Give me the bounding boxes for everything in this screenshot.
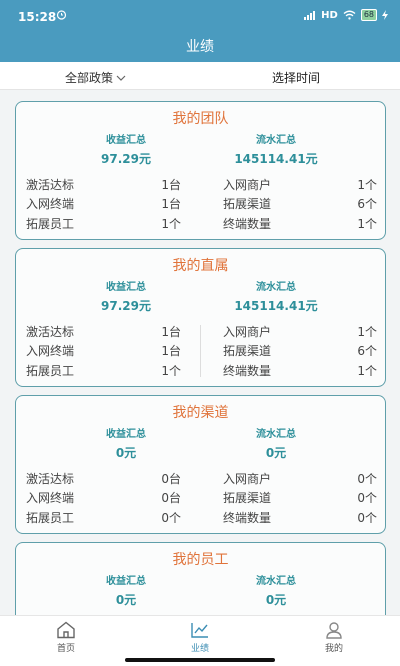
flow-summary-value: 0元 bbox=[265, 593, 287, 607]
select-time-button[interactable]: 选择时间 bbox=[272, 69, 320, 86]
nav-performance-label: 业绩 bbox=[190, 644, 209, 654]
stats-card: 我的直属收益汇总 流水汇总 97.29元 145114.41元激活达标 1台 入网商户 1个… bbox=[15, 248, 386, 387]
stat-value: 0个 bbox=[161, 511, 181, 525]
nav-performance[interactable]: 业绩 bbox=[170, 621, 230, 654]
stat-label: 拓展员工 bbox=[26, 511, 75, 525]
stat-value: 1个 bbox=[161, 217, 181, 231]
flow-summary-label: 流水汇总 bbox=[256, 576, 296, 587]
card-title: 我的员工 bbox=[172, 552, 229, 568]
card-title: 我的直属 bbox=[172, 258, 229, 274]
stat-value: 0个 bbox=[357, 491, 377, 505]
income-summary-value: 0元 bbox=[115, 593, 137, 607]
stat-label: 拓展渠道 bbox=[223, 344, 272, 358]
stats-card: 我的团队收益汇总 流水汇总 97.29元 145114.41元激活达标 1台 入网商户 1个… bbox=[15, 101, 386, 240]
stat-label: 拓展员工 bbox=[26, 364, 75, 378]
stat-value: 0个 bbox=[357, 511, 377, 525]
flow-summary-label: 流水汇总 bbox=[256, 135, 296, 146]
stat-label: 激活达标 bbox=[26, 178, 75, 192]
stat-label: 激活达标 bbox=[26, 472, 75, 486]
signal-icon bbox=[304, 10, 316, 20]
income-summary-label: 收益汇总 bbox=[106, 282, 146, 293]
stat-value: 6个 bbox=[357, 344, 377, 358]
stat-label: 终端数量 bbox=[223, 511, 272, 525]
status-icons: HD 68 bbox=[304, 9, 388, 21]
stat-label: 入网商户 bbox=[223, 178, 272, 192]
stat-label: 入网终端 bbox=[26, 344, 75, 358]
stat-value: 1个 bbox=[357, 364, 377, 378]
alarm-icon bbox=[56, 10, 67, 20]
user-icon bbox=[326, 622, 342, 639]
policy-dropdown-label: 全部政策 bbox=[65, 71, 114, 85]
status-bar: 15:28 HD 68 bbox=[0, 0, 400, 30]
income-summary-value: 0元 bbox=[115, 446, 137, 460]
income-summary-value: 97.29元 bbox=[101, 299, 151, 313]
stat-label: 入网商户 bbox=[223, 472, 272, 486]
card-list[interactable]: 我的团队 收益汇总 流水汇总 97.29元 145114.41元 激活达标 1台 入网商户 1个… bbox=[0, 90, 400, 615]
app-header: 15:28 HD 68 业绩 bbox=[0, 0, 400, 62]
flow-summary-value: 145114.41元 bbox=[234, 299, 318, 313]
stat-value: 1台 bbox=[161, 197, 181, 211]
stat-label: 终端数量 bbox=[223, 364, 272, 378]
stats-card: 我的员工收益汇总 流水汇总 0元 0元 bbox=[15, 542, 386, 615]
home-indicator bbox=[125, 658, 275, 662]
stat-value: 1台 bbox=[161, 325, 181, 339]
page-title: 业绩 bbox=[186, 39, 214, 55]
flow-summary-value: 145114.41元 bbox=[234, 152, 318, 166]
clock: 15:28 bbox=[18, 10, 57, 24]
stats-card: 我的渠道 收益汇总 流水汇总 0元 0元 激活达标 0台 入网商户 0个 入网终端 0台 拓展渠道 0个… bbox=[15, 395, 386, 534]
stat-value: 1台 bbox=[161, 178, 181, 192]
stat-label: 入网终端 bbox=[26, 197, 75, 211]
battery-icon: 68 bbox=[360, 9, 377, 21]
stat-label: 入网商户 bbox=[223, 325, 272, 339]
stat-label: 拓展渠道 bbox=[223, 491, 272, 505]
income-summary-value: 97.29元 bbox=[101, 152, 151, 166]
stat-label: 终端数量 bbox=[223, 217, 272, 231]
stat-value: 1个 bbox=[357, 217, 377, 231]
stat-value: 1个 bbox=[357, 178, 377, 192]
filter-bar: 全部政策 选择时间 bbox=[0, 62, 400, 90]
stat-label: 拓展员工 bbox=[26, 217, 75, 231]
chart-icon bbox=[191, 623, 208, 638]
card-title: 我的渠道 bbox=[172, 405, 229, 421]
network-label: HD bbox=[321, 9, 338, 21]
column-divider bbox=[200, 325, 201, 377]
charging-icon bbox=[382, 10, 388, 20]
stat-value: 1台 bbox=[161, 344, 181, 358]
policy-dropdown[interactable]: 全部政策 bbox=[65, 69, 126, 86]
stat-label: 激活达标 bbox=[26, 325, 75, 339]
income-summary-label: 收益汇总 bbox=[106, 429, 146, 440]
income-summary-label: 收益汇总 bbox=[106, 135, 146, 146]
stat-value: 1个 bbox=[161, 364, 181, 378]
stat-value: 0台 bbox=[161, 491, 181, 505]
nav-home-label: 首页 bbox=[56, 644, 75, 654]
flow-summary-label: 流水汇总 bbox=[256, 429, 296, 440]
flow-summary-label: 流水汇总 bbox=[256, 282, 296, 293]
flow-summary-value: 0元 bbox=[265, 446, 287, 460]
income-summary-label: 收益汇总 bbox=[106, 576, 146, 587]
wifi-icon bbox=[343, 10, 356, 20]
card-title: 我的团队 bbox=[172, 111, 229, 127]
chevron-down-icon bbox=[116, 75, 126, 81]
stat-value: 1个 bbox=[357, 325, 377, 339]
stat-value: 0台 bbox=[161, 472, 181, 486]
stat-label: 拓展渠道 bbox=[223, 197, 272, 211]
stat-label: 入网终端 bbox=[26, 491, 75, 505]
nav-mine[interactable]: 我的 bbox=[304, 621, 364, 654]
stat-value: 0个 bbox=[357, 472, 377, 486]
nav-home[interactable]: 首页 bbox=[36, 621, 96, 654]
home-icon bbox=[57, 621, 75, 639]
nav-mine-label: 我的 bbox=[324, 644, 343, 654]
stat-value: 6个 bbox=[357, 197, 377, 211]
